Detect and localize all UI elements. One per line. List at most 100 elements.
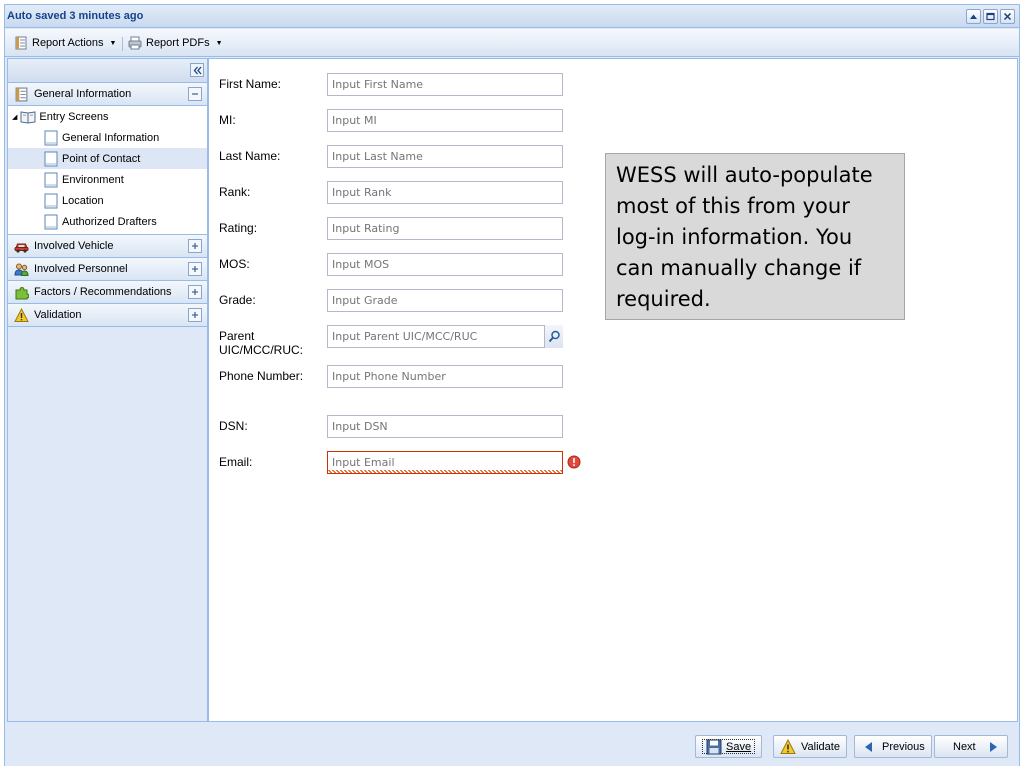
first-name-label: First Name: (219, 77, 282, 91)
grade-label: Grade: (219, 293, 256, 307)
mi-label: MI: (219, 113, 236, 127)
validate-label: Validate (801, 740, 840, 753)
personnel-icon (14, 263, 29, 276)
save-label: Save (726, 740, 752, 753)
arrow-right-icon (990, 741, 997, 752)
accordion-label: Factors / Recommendations (34, 286, 172, 298)
grade-field[interactable] (327, 289, 563, 312)
sidebar-collapse-bar (8, 59, 207, 83)
tree-item-general-information[interactable]: General Information (8, 127, 207, 148)
maximize-icon[interactable] (983, 9, 998, 24)
report-window: Auto saved 3 minutes ago Report Actions … (4, 4, 1020, 766)
accordion-label: General Information (34, 88, 132, 100)
rank-label: Rank: (219, 185, 251, 199)
accordion-label: Involved Vehicle (34, 240, 114, 252)
tree-item-label: Environment (62, 173, 124, 186)
chevron-down-icon: ▼ (215, 39, 223, 47)
email-label: Email: (219, 455, 253, 469)
accordion-validation[interactable]: Validation (8, 304, 207, 327)
next-label: Next (953, 740, 976, 753)
tree-node-entry-screens[interactable]: ◢ Entry Screens (8, 107, 207, 127)
expand-plus-icon[interactable] (188, 262, 202, 276)
vehicle-icon (14, 243, 29, 253)
accordion-involved-vehicle[interactable]: Involved Vehicle (8, 235, 207, 258)
close-icon[interactable] (1000, 9, 1015, 24)
accordion-label: Validation (34, 309, 82, 321)
page-icon (44, 130, 58, 145)
email-field[interactable] (327, 451, 563, 474)
parent-uic-label-line2: UIC/MCC/RUC: (219, 343, 303, 357)
tree-item-environment[interactable]: Environment (8, 169, 207, 190)
error-icon (567, 455, 581, 469)
arrow-left-icon (865, 741, 872, 752)
rating-field[interactable] (327, 217, 563, 240)
mos-field[interactable] (327, 253, 563, 276)
phone-number-label: Phone Number: (219, 369, 304, 383)
dsn-label: DSN: (219, 419, 248, 433)
save-icon (706, 739, 722, 754)
phone-number-field[interactable] (327, 365, 563, 388)
previous-button[interactable]: Previous (854, 735, 932, 758)
wizard-button-bar: Save Validate Previous Next (5, 724, 1019, 766)
expand-plus-icon[interactable] (188, 239, 202, 253)
tree-item-point-of-contact[interactable]: Point of Contact (8, 148, 207, 169)
accordion-involved-personnel[interactable]: Involved Personnel (8, 258, 207, 281)
report-icon (15, 36, 27, 50)
puzzle-icon (15, 286, 29, 299)
navigation-sidebar: General Information ◢ Entry Screens Gene… (7, 58, 208, 722)
tree-item-location[interactable]: Location (8, 190, 207, 211)
accordion-general-information[interactable]: General Information (8, 83, 207, 106)
report-actions-button[interactable]: Report Actions ▼ (11, 34, 119, 52)
expand-plus-icon[interactable] (188, 285, 202, 299)
validate-button[interactable]: Validate (773, 735, 847, 758)
search-icon[interactable] (544, 325, 563, 348)
entry-screens-tree: ◢ Entry Screens General Information Poin… (8, 106, 207, 235)
mi-field[interactable] (327, 109, 563, 132)
accordion-label: Involved Personnel (34, 263, 128, 275)
rating-label: Rating: (219, 221, 258, 235)
tree-item-authorized-drafters[interactable]: Authorized Drafters (8, 211, 207, 232)
parent-uic-label-line1: Parent (219, 329, 255, 343)
instruction-callout: WESS will auto-populate most of this fro… (605, 153, 905, 320)
save-button[interactable]: Save (695, 735, 763, 758)
page-icon (44, 193, 58, 208)
warning-icon (14, 307, 29, 322)
tree-item-label: Authorized Drafters (62, 215, 157, 228)
collapse-minus-icon[interactable] (188, 87, 202, 101)
report-pdfs-button[interactable]: Report PDFs ▼ (125, 34, 226, 52)
restore-icon[interactable] (966, 9, 981, 24)
rank-field[interactable] (327, 181, 563, 204)
chevron-down-icon: ▼ (109, 39, 117, 47)
double-chevron-left-icon[interactable] (190, 63, 204, 77)
tree-item-label: General Information (62, 131, 160, 144)
save-focus-ring: Save (702, 739, 756, 754)
warning-icon (780, 738, 796, 754)
last-name-field[interactable] (327, 145, 563, 168)
window-title: Auto saved 3 minutes ago (7, 10, 144, 22)
report-actions-label: Report Actions (32, 37, 104, 49)
triangle-down-icon[interactable]: ◢ (12, 113, 17, 121)
mos-label: MOS: (219, 257, 250, 271)
report-pdfs-label: Report PDFs (146, 37, 210, 49)
tree-item-label: Location (62, 194, 104, 207)
first-name-field[interactable] (327, 73, 563, 96)
last-name-label: Last Name: (219, 149, 281, 163)
accordion-factors-recommendations[interactable]: Factors / Recommendations (8, 281, 207, 304)
printer-icon (128, 36, 142, 50)
tree-item-label: Point of Contact (62, 152, 141, 165)
report-icon (15, 87, 28, 101)
next-button[interactable]: Next (934, 735, 1008, 758)
page-icon (44, 172, 58, 187)
window-tools (966, 9, 1015, 24)
page-icon (44, 151, 58, 166)
book-icon (20, 111, 36, 124)
dsn-field[interactable] (327, 415, 563, 438)
parent-uic-field[interactable] (327, 325, 563, 348)
page-icon (44, 214, 58, 229)
previous-label: Previous (882, 740, 925, 753)
toolbar: Report Actions ▼ Report PDFs ▼ (5, 29, 1019, 57)
toolbar-separator (122, 37, 123, 51)
title-bar: Auto saved 3 minutes ago (5, 5, 1019, 28)
expand-plus-icon[interactable] (188, 308, 202, 322)
tree-root-label: Entry Screens (39, 111, 109, 123)
